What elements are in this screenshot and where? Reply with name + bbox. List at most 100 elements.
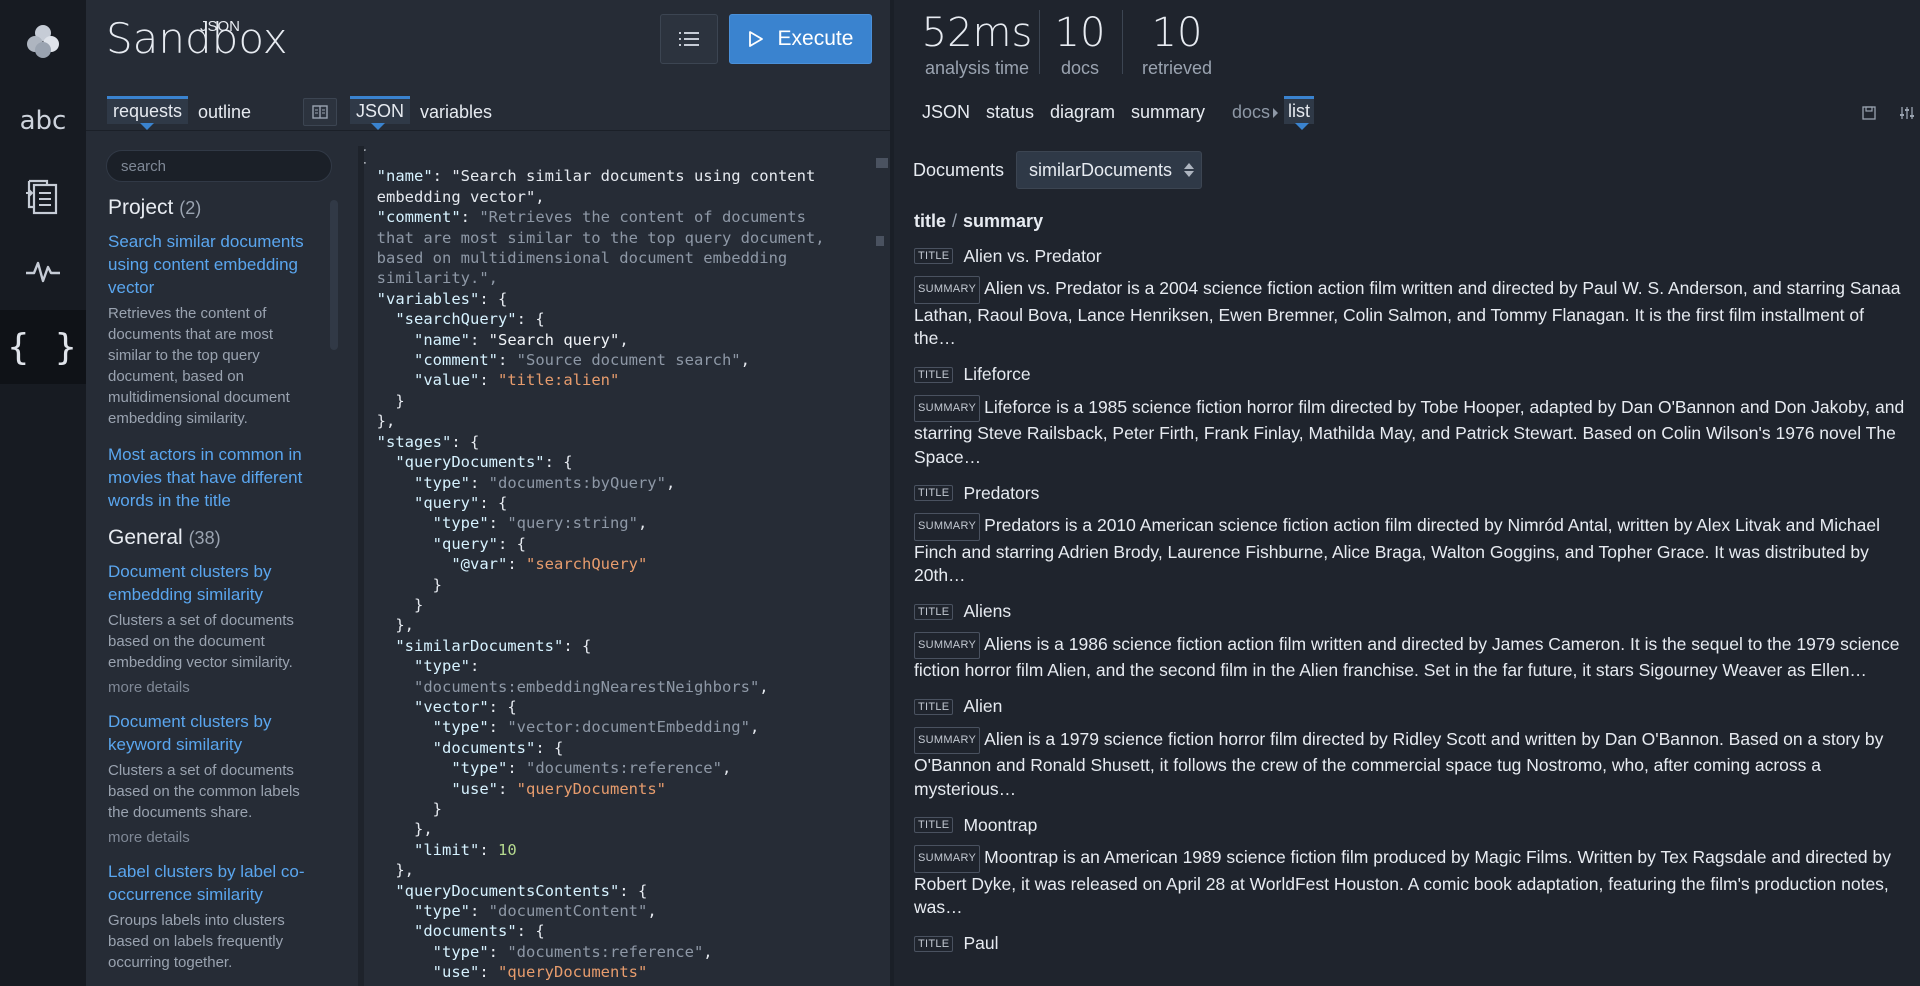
request-item[interactable]: Search similar documents using content e… bbox=[108, 230, 320, 429]
code-line[interactable]: }, bbox=[358, 411, 878, 431]
code-line[interactable]: based on multidimensional document embed… bbox=[358, 248, 878, 268]
tab-summary[interactable]: summary bbox=[1127, 100, 1209, 125]
toggle-panel-button[interactable] bbox=[303, 98, 337, 126]
code-line[interactable]: "queryDocuments": { bbox=[358, 452, 878, 472]
code-line[interactable]: "type": "documents:reference", bbox=[358, 942, 878, 962]
code-line[interactable]: "queryDocumentsContents": { bbox=[358, 881, 878, 901]
code-line[interactable]: "type": "query:string", bbox=[358, 513, 878, 533]
document-item[interactable]: TITLE Alien vs. Predator SUMMARY Alien vs. … bbox=[914, 244, 1906, 351]
tab-diagram[interactable]: diagram bbox=[1046, 100, 1119, 125]
code-line[interactable]: "similarDocuments": { bbox=[358, 636, 878, 656]
request-item[interactable]: Label clusters by label co-occurrence si… bbox=[108, 860, 320, 973]
code-line[interactable]: "documents": { bbox=[358, 921, 878, 941]
tab-variables[interactable]: variables bbox=[414, 100, 498, 125]
document-item[interactable]: TITLE Predators SUMMARY Predators is a 2010… bbox=[914, 481, 1906, 588]
code-line[interactable]: "use": "queryDocuments" bbox=[358, 779, 878, 799]
code-line[interactable]: that are most similar to the top query d… bbox=[358, 228, 878, 248]
code-line[interactable]: }, bbox=[358, 615, 878, 635]
request-group-title: General (38) bbox=[108, 526, 320, 550]
document-item[interactable]: TITLE Moontrap SUMMARY Moontrap is an Ameri… bbox=[914, 813, 1906, 920]
tab-docs[interactable]: docs bbox=[1228, 100, 1274, 125]
requests-scrollbar[interactable] bbox=[330, 200, 338, 350]
document-item[interactable]: TITLE Lifeforce SUMMARY Lifeforce is a 1985… bbox=[914, 363, 1906, 470]
code-line[interactable]: } bbox=[358, 799, 878, 819]
tab-list[interactable]: list bbox=[1284, 96, 1314, 124]
request-item[interactable]: Document clusters by embedding similarit… bbox=[108, 560, 320, 696]
code-line[interactable]: "query": { bbox=[358, 534, 878, 554]
summary-field-badge: SUMMARY bbox=[914, 845, 981, 873]
request-title-link[interactable]: Document clusters by embedding similarit… bbox=[108, 560, 320, 606]
tab-status[interactable]: status bbox=[982, 100, 1038, 125]
request-title-link[interactable]: Most actors in common in movies that hav… bbox=[108, 443, 320, 512]
code-line[interactable]: "type": "documents:reference", bbox=[358, 758, 878, 778]
execute-label: Execute bbox=[777, 27, 854, 50]
json-editor[interactable]: { "name": "Search similar documents usin… bbox=[358, 146, 878, 986]
code-line[interactable]: "documents:embeddingNearestNeighbors", bbox=[358, 677, 878, 697]
request-item[interactable]: Document clusters by keyword similarity C… bbox=[108, 710, 320, 846]
request-description: Clusters a set of documents based on the… bbox=[108, 762, 300, 821]
stat-value: 10 bbox=[1054, 10, 1106, 56]
title-field-badge: TITLE bbox=[914, 603, 954, 620]
code-line[interactable]: } bbox=[358, 391, 878, 411]
document-item[interactable]: TITLE Paul bbox=[914, 932, 1906, 956]
request-title-link[interactable]: Document clusters by keyword similarity bbox=[108, 710, 320, 756]
code-line[interactable]: "comment": "Retrieves the content of doc… bbox=[358, 207, 878, 227]
document-summary-row: SUMMARY Moontrap is an American 1989 scie… bbox=[914, 845, 1906, 920]
document-item[interactable]: TITLE Aliens SUMMARY Aliens is a 1986 scien… bbox=[914, 600, 1906, 683]
code-line[interactable]: similarity.", bbox=[358, 268, 878, 288]
code-line[interactable]: "query": { bbox=[358, 493, 878, 513]
rail-item-performance[interactable] bbox=[0, 234, 86, 308]
editor-minimap-marker bbox=[876, 236, 884, 246]
code-line[interactable]: "comment": "Source document search", bbox=[358, 350, 878, 370]
header-summary: summary bbox=[963, 211, 1044, 231]
code-line[interactable]: } bbox=[358, 595, 878, 615]
document-title: Paul bbox=[963, 933, 999, 953]
code-line[interactable]: "limit": 10 bbox=[358, 840, 878, 860]
code-line[interactable]: "stages": { bbox=[358, 432, 878, 452]
documents-source-select[interactable]: similarDocuments bbox=[1016, 151, 1202, 189]
logo-icon[interactable] bbox=[0, 4, 86, 78]
title-field-badge: TITLE bbox=[914, 935, 954, 952]
code-line[interactable]: { bbox=[358, 146, 878, 166]
code-line[interactable]: "type": "documents:byQuery", bbox=[358, 473, 878, 493]
request-title-link[interactable]: Label clusters by label co-occurrence si… bbox=[108, 860, 320, 906]
request-item[interactable]: Most actors in common in movies that hav… bbox=[108, 443, 320, 512]
search-input[interactable] bbox=[106, 150, 332, 182]
tab-outline[interactable]: outline bbox=[192, 100, 257, 125]
rail-item-sandbox[interactable]: { } bbox=[0, 310, 86, 384]
tab-json[interactable]: JSON bbox=[350, 96, 411, 124]
more-details-link[interactable]: more details bbox=[108, 679, 320, 696]
code-line[interactable]: "@var": "searchQuery" bbox=[358, 554, 878, 574]
code-line[interactable]: "type": bbox=[358, 656, 878, 676]
code-line[interactable]: "searchQuery": { bbox=[358, 309, 878, 329]
tab-requests[interactable]: requests bbox=[107, 96, 189, 124]
code-line[interactable]: }, bbox=[358, 860, 878, 880]
rail-item-documents[interactable] bbox=[0, 160, 86, 234]
code-line[interactable]: "type": "documentContent", bbox=[358, 901, 878, 921]
document-item[interactable]: TITLE Alien SUMMARY Alien is a 1979 science… bbox=[914, 695, 1906, 802]
code-line[interactable]: "name": "Search similar documents using … bbox=[358, 166, 878, 186]
code-line[interactable]: }, bbox=[358, 819, 878, 839]
code-line[interactable]: "vector": { bbox=[358, 697, 878, 717]
list-button[interactable] bbox=[660, 14, 718, 64]
execute-button[interactable]: Execute bbox=[729, 14, 872, 64]
title-field-badge: TITLE bbox=[914, 366, 954, 383]
request-title-link[interactable]: Search similar documents using content e… bbox=[108, 230, 320, 299]
code-line[interactable]: "use": "queryDocuments" bbox=[358, 962, 878, 982]
code-line[interactable]: } bbox=[358, 575, 878, 595]
code-line[interactable]: "name": "Search query", bbox=[358, 330, 878, 350]
settings-sliders-icon[interactable] bbox=[1898, 104, 1916, 122]
code-line[interactable]: embedding vector", bbox=[358, 187, 878, 207]
documents-label: Documents bbox=[913, 160, 1005, 180]
request-description: Clusters a set of documents based on the… bbox=[108, 612, 294, 671]
rail-item-text[interactable]: abc bbox=[0, 84, 86, 158]
save-icon-svg bbox=[1862, 106, 1876, 120]
tab-result-json[interactable]: JSON bbox=[918, 100, 974, 125]
code-line[interactable]: "documents": { bbox=[358, 738, 878, 758]
code-line[interactable]: "type": "vector:documentEmbedding", bbox=[358, 717, 878, 737]
code-line[interactable]: "value": "title:alien" bbox=[358, 370, 878, 390]
more-details-link[interactable]: more details bbox=[108, 829, 320, 846]
save-icon[interactable] bbox=[1860, 104, 1878, 122]
document-title: Predators bbox=[963, 482, 1040, 503]
code-line[interactable]: "variables": { bbox=[358, 289, 878, 309]
